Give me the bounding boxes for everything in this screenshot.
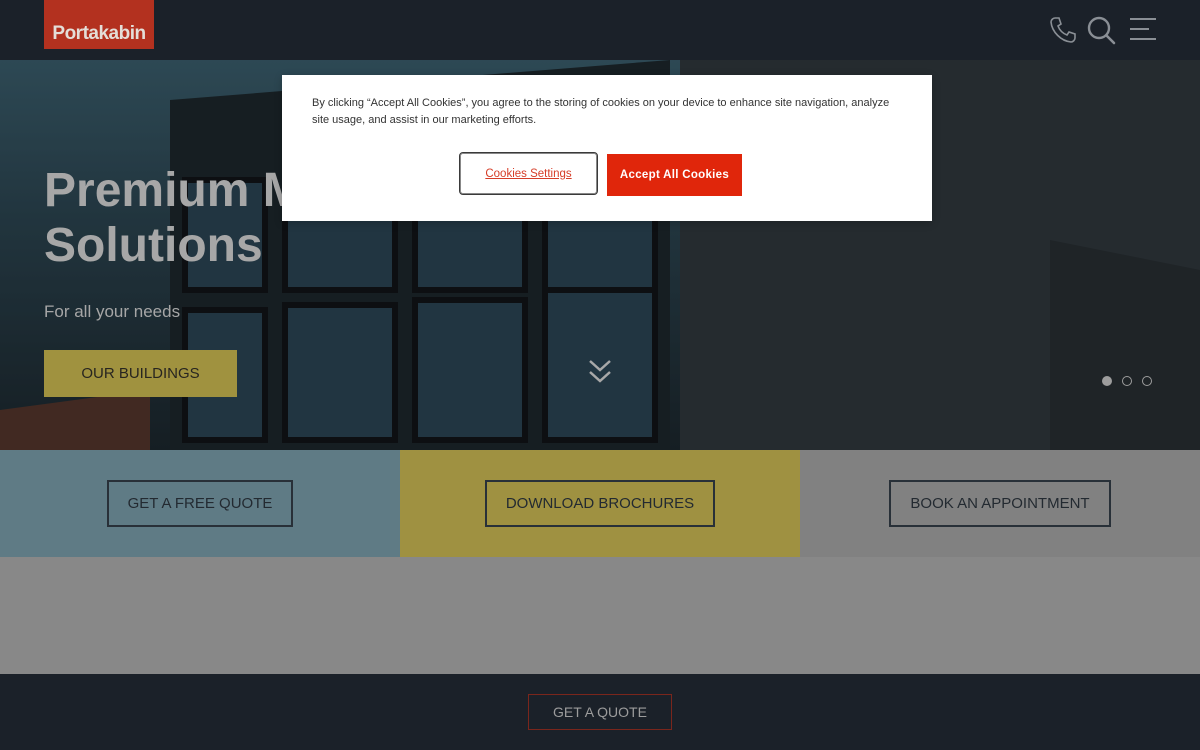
brochures-panel: DOWNLOAD BROCHURES <box>400 450 800 557</box>
get-quote-button[interactable]: GET A QUOTE <box>528 694 672 730</box>
sticky-footer: GET A QUOTE <box>0 674 1200 750</box>
chevron-down-icon[interactable] <box>587 358 613 390</box>
logo-text: Portakabin <box>52 23 146 44</box>
menu-icon[interactable] <box>1127 14 1159 46</box>
slide-dot-3[interactable] <box>1142 376 1152 386</box>
cookie-consent-dialog: By clicking “Accept All Cookies”, you ag… <box>282 75 932 221</box>
search-icon[interactable] <box>1085 14 1117 46</box>
quote-panel: GET A FREE QUOTE <box>0 450 400 557</box>
slide-dot-1[interactable] <box>1102 376 1112 386</box>
site-header: Portakabin <box>0 0 1200 60</box>
download-brochures-button[interactable]: DOWNLOAD BROCHURES <box>484 480 716 527</box>
cookies-settings-button[interactable]: Cookies Settings <box>459 152 598 195</box>
book-appointment-button[interactable]: BOOK AN APPOINTMENT <box>889 480 1111 527</box>
content-area <box>0 557 1200 674</box>
accept-all-cookies-button[interactable]: Accept All Cookies <box>607 154 742 196</box>
slide-indicators <box>1102 376 1152 386</box>
get-free-quote-button[interactable]: GET A FREE QUOTE <box>106 480 294 527</box>
hero-subtitle: For all your needs <box>44 302 181 321</box>
phone-icon[interactable] <box>1047 14 1079 46</box>
slide-dot-2[interactable] <box>1122 376 1132 386</box>
cookie-text: By clicking “Accept All Cookies”, you ag… <box>312 97 890 126</box>
portakabin-logo[interactable]: Portakabin <box>44 0 154 49</box>
our-buildings-button[interactable]: OUR BUILDINGS <box>44 350 237 397</box>
appointment-panel: BOOK AN APPOINTMENT <box>800 450 1200 557</box>
